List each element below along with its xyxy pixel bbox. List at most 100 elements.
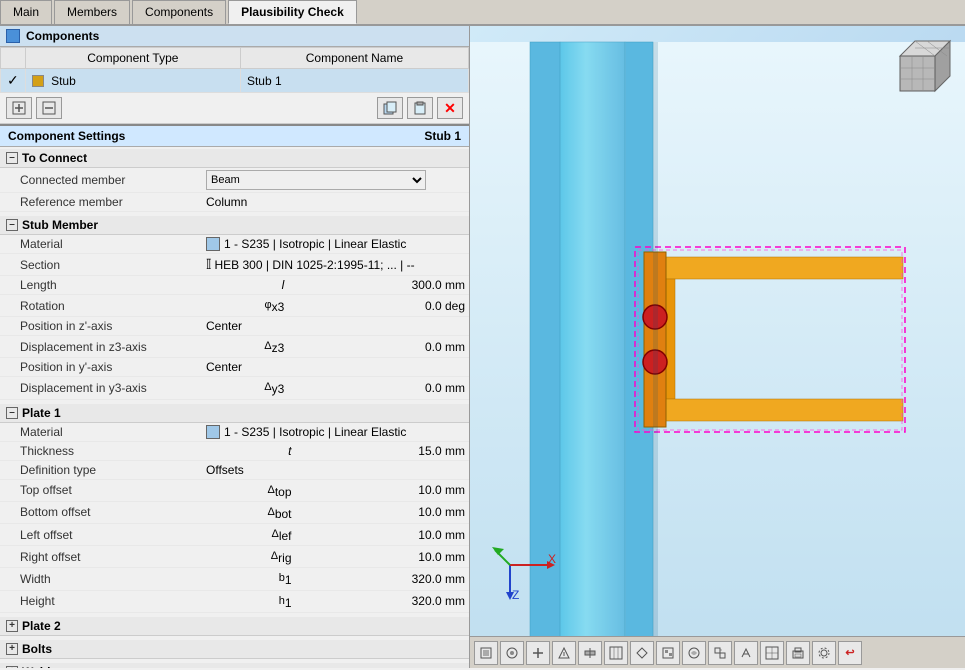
stub-pos-y-row: Position in y'-axis Center [0, 358, 469, 377]
plate1-title[interactable]: – Plate 1 [0, 404, 469, 423]
view-btn-7[interactable] [630, 641, 654, 665]
welds-title[interactable]: + Welds [0, 663, 469, 668]
toolbar-btn-2[interactable] [36, 97, 62, 119]
toolbar-btn-delete[interactable]: ✕ [437, 97, 463, 119]
plate1-topoffset-row: Top offset Δtop 10.0 mm [0, 479, 469, 501]
topoffset-symbol: Δtop [267, 484, 291, 496]
welds-label: Welds [22, 665, 57, 668]
width-symbol: b1 [279, 572, 292, 584]
view-btn-10[interactable] [708, 641, 732, 665]
height-symbol: h1 [279, 595, 292, 607]
3d-viewport[interactable]: Z X [470, 26, 965, 668]
plate1-material-text: 1 - S235 | Isotropic | Linear Elastic [224, 425, 406, 439]
tab-bar: Main Members Components Plausibility Che… [0, 0, 965, 26]
stub-pos-z-label: Position in z'-axis [0, 317, 200, 336]
tab-main[interactable]: Main [0, 0, 52, 24]
material-value-text: 1 - S235 | Isotropic | Linear Elastic [224, 237, 406, 251]
stub-section-row: Section 𝕀HEB 300 | DIN 1025-2:1995-11; .… [0, 254, 469, 276]
to-connect-title[interactable]: – To Connect [0, 149, 469, 168]
table-row[interactable]: ✓ Stub Stub 1 [1, 69, 469, 93]
view-btn-11[interactable] [734, 641, 758, 665]
plate1-height-unit: mm [445, 594, 465, 608]
stub-rotation-label: Rotation [0, 295, 200, 317]
connected-member-value: Beam [200, 168, 469, 193]
stub-rotation-unit: deg [445, 299, 465, 313]
stub-pos-y-value: Center [200, 358, 469, 377]
toolbar-btn-paste[interactable] [407, 97, 433, 119]
stub-length-value: 300.0 [412, 278, 442, 292]
view-btn-9[interactable] [682, 641, 706, 665]
components-table: Component Type Component Name ✓ Stub Stu… [0, 47, 469, 93]
component-type-cell: Stub [51, 74, 76, 88]
view-btn-home[interactable] [474, 641, 498, 665]
stub-disp-y3-row: Displacement in y3-axis Δy3 0.0 mm [0, 377, 469, 399]
plate1-leftoffset-value: 10.0 [418, 528, 441, 542]
stub-member-title[interactable]: – Stub Member [0, 216, 469, 235]
cube-nav-svg [895, 36, 955, 96]
plate1-width-label: Width [0, 568, 200, 590]
tab-members[interactable]: Members [54, 0, 130, 24]
view-btn-reset[interactable]: ↩ [838, 641, 862, 665]
plate1-width-row: Width b1 320.0 mm [0, 568, 469, 590]
component-settings-header: Component Settings Stub 1 [0, 124, 469, 147]
plate1-botoffset-unit: mm [445, 505, 465, 519]
plate1-section: – Plate 1 Material 1 - S235 | Isotropic … [0, 402, 469, 615]
plate1-material-label: Material [0, 423, 200, 442]
stub-length-unit: mm [445, 278, 465, 292]
stub-material-row: Material 1 - S235 | Isotropic | Linear E… [0, 235, 469, 254]
stub-section-value: 𝕀HEB 300 | DIN 1025-2:1995-11; ... | -- [200, 254, 469, 276]
left-panel: Components Component Type Component Name… [0, 26, 470, 668]
view-btn-6[interactable] [604, 641, 628, 665]
svg-text:X: X [548, 552, 556, 566]
tab-plausibility-check[interactable]: Plausibility Check [228, 0, 357, 24]
view-btn-5[interactable] [578, 641, 602, 665]
reference-member-value: Column [200, 193, 420, 212]
stub-rotation-row: Rotation φx3 0.0 deg [0, 295, 469, 317]
plate1-height-value: 320.0 [412, 594, 442, 608]
reference-member-row: Reference member Column [0, 193, 469, 212]
stub-material-value: 1 - S235 | Isotropic | Linear Elastic [200, 235, 469, 254]
toolbar-btn-1[interactable] [6, 97, 32, 119]
plate1-width-value: 320.0 [412, 572, 442, 586]
view-btn-2[interactable] [500, 641, 524, 665]
plate2-section: + Plate 2 [0, 615, 469, 638]
stub-member-section: – Stub Member Material 1 - S235 | Isotro… [0, 214, 469, 402]
stub-disp-y3-value: 0.0 [425, 381, 442, 395]
view-btn-4[interactable] [552, 641, 576, 665]
bolts-title[interactable]: + Bolts [0, 640, 469, 659]
view-btn-3[interactable] [526, 641, 550, 665]
col-name-header: Component Name [240, 48, 468, 69]
plate1-leftoffset-label: Left offset [0, 523, 200, 545]
viewport-panel: Z X [470, 26, 965, 668]
stub-length-label: Length [0, 276, 200, 295]
view-btn-8[interactable] [656, 641, 680, 665]
plate1-topoffset-value: 10.0 [418, 483, 441, 497]
collapse-to-connect-icon[interactable]: – [6, 152, 18, 164]
plate1-thickness-row: Thickness t 15.0 mm [0, 441, 469, 460]
cube-navigator[interactable] [895, 36, 955, 96]
connected-member-dropdown[interactable]: Beam [206, 170, 426, 190]
bolts-label: Bolts [22, 642, 52, 656]
col-check [1, 48, 26, 69]
toolbar-btn-copy[interactable] [377, 97, 403, 119]
plate1-material-swatch [206, 425, 220, 439]
plate1-leftoffset-unit: mm [445, 528, 465, 542]
plate1-material-row: Material 1 - S235 | Isotropic | Linear E… [0, 423, 469, 442]
tab-components[interactable]: Components [132, 0, 226, 24]
view-btn-12[interactable] [760, 641, 784, 665]
expand-plate2-icon[interactable]: + [6, 620, 18, 632]
view-btn-settings[interactable] [812, 641, 836, 665]
connected-member-label: Connected member [0, 168, 200, 193]
plate2-label: Plate 2 [22, 619, 61, 633]
collapse-plate1-icon[interactable]: – [6, 407, 18, 419]
view-btn-print[interactable] [786, 641, 810, 665]
material-color-swatch [206, 237, 220, 251]
rightoffset-symbol: Δrig [271, 550, 292, 562]
rotation-symbol: φx3 [264, 299, 284, 311]
components-section-header: Components [0, 26, 469, 47]
plate2-title[interactable]: + Plate 2 [0, 617, 469, 636]
to-connect-section: – To Connect Connected member Beam Refer… [0, 147, 469, 214]
collapse-stub-icon[interactable]: – [6, 219, 18, 231]
expand-welds-icon[interactable]: + [6, 666, 18, 668]
expand-bolts-icon[interactable]: + [6, 643, 18, 655]
